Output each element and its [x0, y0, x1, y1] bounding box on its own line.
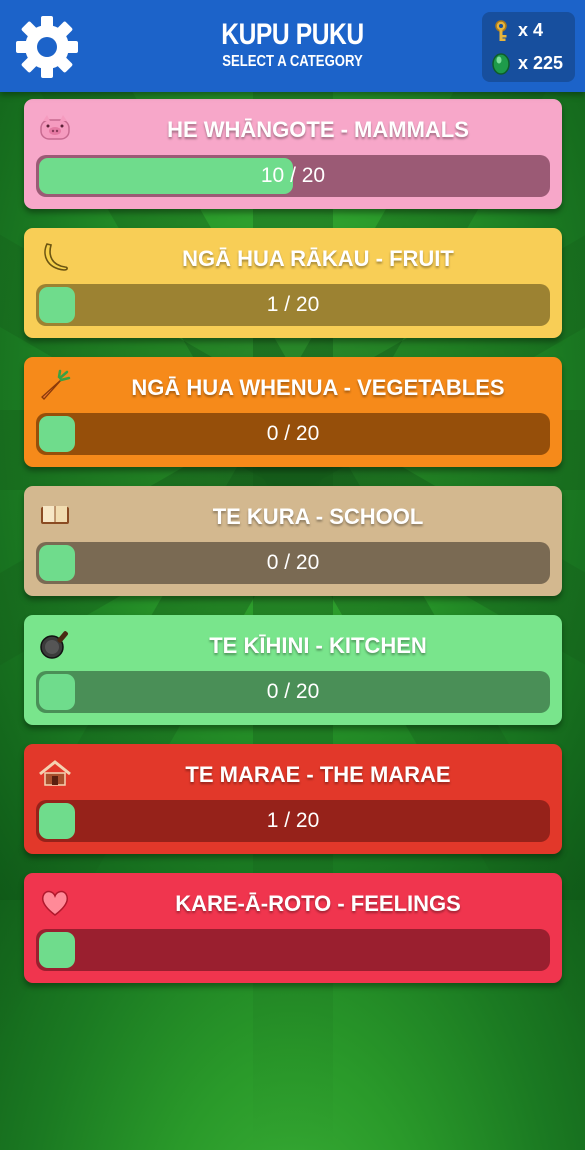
progress-bar: 0 / 20 [36, 413, 550, 455]
progress-label [36, 929, 550, 971]
progress-bar: 1 / 20 [36, 284, 550, 326]
progress-bar [36, 929, 550, 971]
pig-icon [38, 111, 72, 145]
page-subtitle: SELECT A CATEGORY [222, 53, 363, 70]
key-count: x 4 [518, 20, 544, 40]
category-card-mammals[interactable]: HE WHĀNGOTE - MAMMALS 10 / 20 [24, 99, 562, 209]
frying-pan-icon [38, 627, 72, 661]
top-bar: KUPU PUKU SELECT A CATEGORY x 4 x 225 [0, 0, 585, 92]
category-title: KARE-Ā-ROTO - FEELINGS [175, 891, 461, 916]
gem-counter: x 225 [490, 51, 572, 77]
marae-house-icon [38, 756, 72, 790]
progress-label: 0 / 20 [266, 680, 320, 703]
category-card-school[interactable]: TE KURA - SCHOOL 0 / 20 [24, 486, 562, 596]
progress-label: 1 / 20 [266, 809, 320, 832]
book-icon [38, 498, 72, 532]
category-card-feelings[interactable]: KARE-Ā-ROTO - FEELINGS [24, 873, 562, 983]
progress-label: 0 / 20 [266, 551, 320, 574]
heart-icon [38, 885, 72, 919]
category-card-marae[interactable]: TE MARAE - THE MARAE 1 / 20 [24, 744, 562, 854]
app-title: KUPU PUKU [221, 18, 364, 51]
category-title: HE WHĀNGOTE - MAMMALS [167, 117, 469, 142]
category-title: TE KURA - SCHOOL [212, 504, 424, 529]
banana-icon [38, 240, 72, 274]
key-counter: x 4 [490, 18, 572, 44]
progress-bar: 0 / 20 [36, 671, 550, 713]
category-title: NGĀ HUA RĀKAU - FRUIT [182, 246, 454, 271]
category-title: NGĀ HUA WHENUA - VEGETABLES [131, 375, 505, 400]
category-title: TE KĪHINI - KITCHEN [209, 633, 427, 658]
gem-icon [492, 53, 510, 75]
category-card-kitchen[interactable]: TE KĪHINI - KITCHEN 0 / 20 [24, 615, 562, 725]
currency-panel: x 4 x 225 [482, 12, 575, 82]
category-card-fruit[interactable]: NGĀ HUA RĀKAU - FRUIT 1 / 20 [24, 228, 562, 338]
category-title: TE MARAE - THE MARAE [185, 762, 451, 787]
progress-label: 10 / 20 [260, 164, 326, 187]
gem-count: x 225 [518, 53, 564, 73]
category-card-vegetables[interactable]: NGĀ HUA WHENUA - VEGETABLES 0 / 20 [24, 357, 562, 467]
carrot-icon [38, 369, 72, 403]
progress-bar: 0 / 20 [36, 542, 550, 584]
progress-label: 1 / 20 [266, 293, 320, 316]
progress-bar: 1 / 20 [36, 800, 550, 842]
progress-bar: 10 / 20 [36, 155, 550, 197]
key-icon [495, 20, 507, 41]
progress-label: 0 / 20 [266, 422, 320, 445]
